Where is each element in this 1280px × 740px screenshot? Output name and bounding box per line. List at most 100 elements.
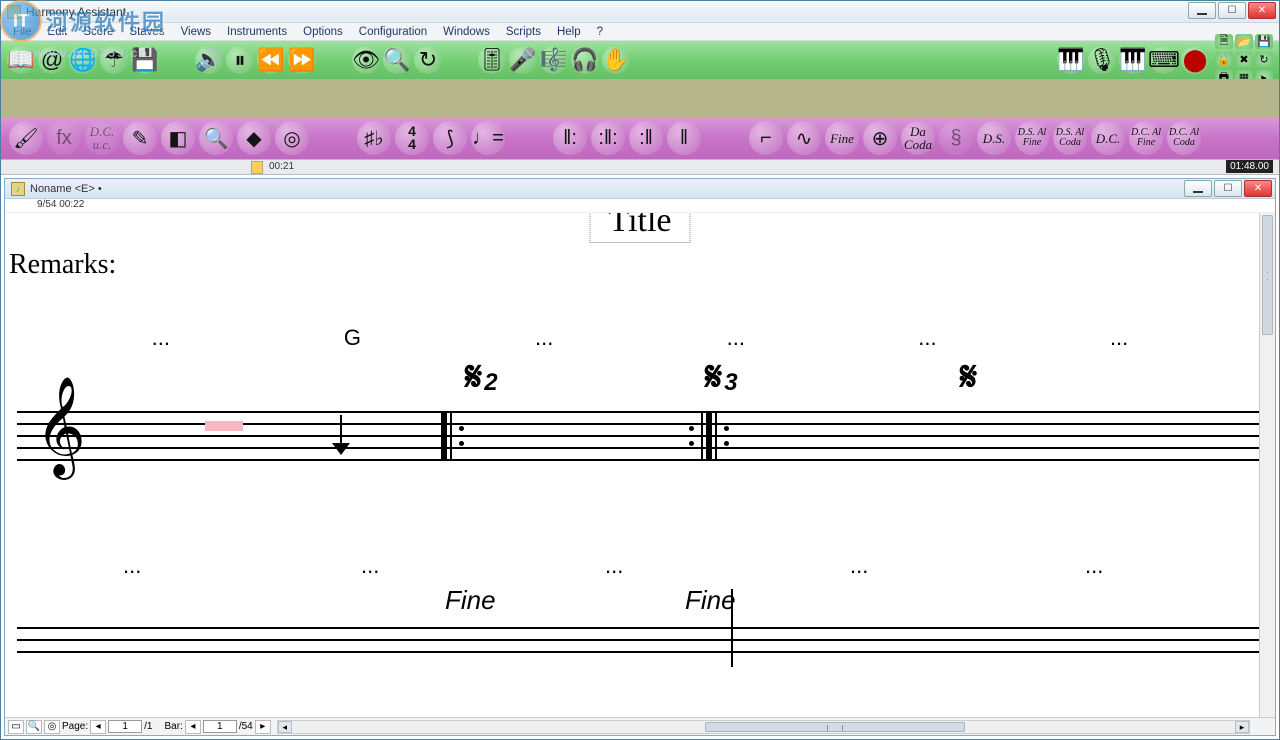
maximize-button[interactable]: ☐ <box>1218 2 1246 19</box>
play-marker[interactable] <box>251 161 263 174</box>
close-button[interactable]: ✕ <box>1248 2 1276 19</box>
segno-3[interactable]: 𝄋3 <box>705 355 738 400</box>
mini-open-icon[interactable]: 📂 <box>1235 34 1253 49</box>
bar-input[interactable] <box>203 720 237 733</box>
diamond-icon[interactable]: ◆ <box>237 121 271 155</box>
menu-staves[interactable]: Staves <box>121 25 172 39</box>
doc-maximize-button[interactable]: ☐ <box>1214 180 1242 197</box>
chord-b4[interactable]: ... <box>850 553 868 579</box>
umbrella-icon[interactable]: ☂ <box>100 46 128 74</box>
book-icon[interactable]: 📖 <box>7 46 35 74</box>
menu-about[interactable]: ? <box>589 25 611 39</box>
globe-icon[interactable]: 🌐 <box>69 46 97 74</box>
ds-alcoda-button[interactable]: D.S. Al Coda <box>1053 121 1087 155</box>
forward-icon[interactable]: ⏩ <box>288 46 316 74</box>
note-down[interactable] <box>340 415 342 449</box>
ds-alfine-button[interactable]: D.S. Al Fine <box>1015 121 1049 155</box>
mic2-icon[interactable]: 🎙 <box>1088 46 1116 74</box>
bardouble-icon[interactable]: ‖ <box>667 121 701 155</box>
keysig-icon[interactable]: ♯♭ <box>357 121 391 155</box>
bracket-icon[interactable]: ⌐ <box>749 121 783 155</box>
menu-windows[interactable]: Windows <box>435 25 498 39</box>
chord-b1[interactable]: ... <box>123 553 141 579</box>
staff-2[interactable] <box>5 621 1275 677</box>
menu-options[interactable]: Options <box>295 25 351 39</box>
menu-file[interactable]: File <box>5 25 40 39</box>
speaker-icon[interactable]: 🔊 <box>195 46 223 74</box>
dc-alcoda-button[interactable]: D.C. Al Coda <box>1167 121 1201 155</box>
menu-instruments[interactable]: Instruments <box>219 25 295 39</box>
menu-help[interactable]: Help <box>549 25 589 39</box>
dacoda-button[interactable]: Da Coda <box>901 121 935 155</box>
layout-icon[interactable]: ▭ <box>8 720 24 734</box>
page-prev[interactable]: ◂ <box>90 720 106 734</box>
vscroll-thumb[interactable] <box>1262 215 1273 335</box>
mini-cut-icon[interactable]: ↻ <box>1255 52 1273 67</box>
timeline-ruler[interactable]: 00:21 01:48.00 <box>1 159 1279 175</box>
horizontal-scrollbar[interactable]: ◂ ▸ <box>277 720 1250 734</box>
fine-button[interactable]: Fine <box>825 121 859 155</box>
eye-icon[interactable]: 👁 <box>352 46 380 74</box>
metronome-icon[interactable]: 🎚 <box>478 46 506 74</box>
target-status-icon[interactable]: ◎ <box>44 720 60 734</box>
mini-save-icon[interactable]: 💾 <box>1255 34 1273 49</box>
chord-1[interactable]: ... <box>141 325 181 351</box>
chord-2[interactable]: G <box>332 325 372 351</box>
zoom-status-icon[interactable]: 🔍 <box>26 720 42 734</box>
mini-lock-icon[interactable]: 🔒 <box>1215 52 1233 67</box>
segno-2[interactable]: 𝄋2 <box>465 355 498 400</box>
tuning-icon[interactable]: 🎼 <box>540 46 568 74</box>
hscroll-thumb[interactable] <box>705 722 965 732</box>
selected-note[interactable] <box>205 421 243 431</box>
repeat-start[interactable] <box>441 411 468 461</box>
dc-alfine-button[interactable]: D.C. Al Fine <box>1129 121 1163 155</box>
hscroll-right[interactable]: ▸ <box>1235 721 1249 733</box>
barrepeat-icon[interactable]: :‖: <box>591 121 625 155</box>
timesig-icon[interactable]: 44 <box>395 121 429 155</box>
mic-icon[interactable]: 🎤 <box>509 46 537 74</box>
magnify-icon[interactable]: 🔍 <box>383 46 411 74</box>
page-input[interactable] <box>108 720 142 733</box>
barstart-icon[interactable]: ‖: <box>553 121 587 155</box>
tempo-icon[interactable]: ♩= <box>471 121 505 155</box>
eraser-icon[interactable]: ◧ <box>161 121 195 155</box>
pause-icon[interactable]: ⏸ <box>226 46 254 74</box>
save-icon[interactable]: 💾 <box>131 46 159 74</box>
dc-button[interactable]: D.C. <box>1091 121 1125 155</box>
menu-views[interactable]: Views <box>173 25 219 39</box>
chord-b2[interactable]: ... <box>361 553 379 579</box>
segno-4[interactable]: 𝄋 <box>960 355 977 400</box>
chord-4[interactable]: ... <box>716 325 756 351</box>
headphones-icon[interactable]: 🎧 <box>571 46 599 74</box>
doc-minimize-button[interactable] <box>1184 180 1212 197</box>
doc-close-button[interactable]: ✕ <box>1244 180 1272 197</box>
chord-b5[interactable]: ... <box>1085 553 1103 579</box>
hand-icon[interactable]: ✋ <box>602 46 630 74</box>
score-title[interactable]: Title <box>589 213 690 243</box>
barend-icon[interactable]: :‖ <box>629 121 663 155</box>
chord-6[interactable]: ... <box>1099 325 1139 351</box>
menu-score[interactable]: Score <box>75 25 121 39</box>
resize-corner[interactable] <box>1256 720 1272 734</box>
chord-3[interactable]: ... <box>524 325 564 351</box>
slur-icon[interactable]: ⟆ <box>433 121 467 155</box>
repeat-both[interactable] <box>685 411 733 461</box>
keyboard-icon[interactable]: ⌨ <box>1150 46 1178 74</box>
chord-5[interactable]: ... <box>907 325 947 351</box>
target-icon[interactable]: ◎ <box>275 121 309 155</box>
remarks-label[interactable]: Remarks: <box>9 249 1275 281</box>
mini-doc-icon[interactable]: 🗎 <box>1215 34 1233 49</box>
minimize-button[interactable] <box>1188 2 1216 19</box>
fine-2[interactable]: Fine <box>685 585 736 616</box>
trill-icon[interactable]: ∿ <box>787 121 821 155</box>
rewind-icon[interactable]: ⏪ <box>257 46 285 74</box>
bar-prev[interactable]: ◂ <box>185 720 201 734</box>
score-canvas[interactable]: Title Remarks: ... G ... ... ... ... 𝄋2 … <box>5 213 1275 717</box>
chord-b3[interactable]: ... <box>605 553 623 579</box>
menu-edit[interactable]: Edit <box>40 25 76 39</box>
brush-icon[interactable]: 🖌 <box>9 121 43 155</box>
mini-close-icon[interactable]: ✖ <box>1235 52 1253 67</box>
bar-next[interactable]: ▸ <box>255 720 271 734</box>
at-icon[interactable]: @ <box>38 46 66 74</box>
midi-icon[interactable]: 🎹 <box>1119 46 1147 74</box>
